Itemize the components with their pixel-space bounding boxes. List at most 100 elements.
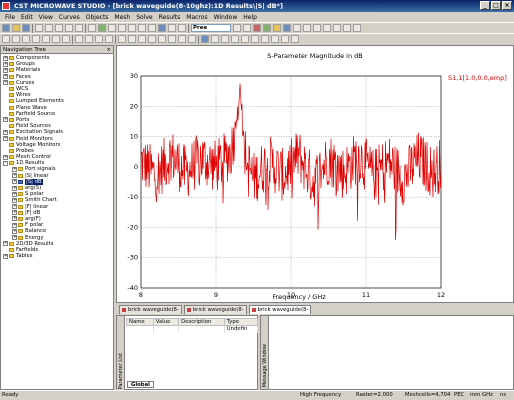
menu-file[interactable]: File xyxy=(2,14,18,21)
boolean-subtract-icon[interactable] xyxy=(85,35,93,43)
cut-icon[interactable] xyxy=(35,24,43,32)
expand-icon[interactable]: + xyxy=(12,173,17,179)
spline-icon[interactable] xyxy=(241,35,249,43)
expand-icon[interactable]: + xyxy=(12,191,17,197)
expand-icon[interactable]: + xyxy=(3,253,8,259)
sphere-icon[interactable] xyxy=(12,35,20,43)
grid-icon[interactable] xyxy=(233,24,241,32)
print-icon[interactable] xyxy=(88,24,96,32)
expand-icon[interactable]: + xyxy=(12,235,17,241)
select-icon[interactable] xyxy=(108,24,116,32)
close-button[interactable]: × xyxy=(502,1,512,10)
chamfer-icon[interactable] xyxy=(138,35,146,43)
paste-icon[interactable] xyxy=(55,24,63,32)
expand-icon[interactable]: + xyxy=(12,197,17,203)
view-icon[interactable] xyxy=(158,24,166,32)
wcs-icon[interactable] xyxy=(243,24,251,32)
expand-icon[interactable]: + xyxy=(3,67,8,73)
expand-icon[interactable]: + xyxy=(3,129,8,135)
expand-icon[interactable]: + xyxy=(3,55,8,61)
fit-icon[interactable] xyxy=(148,24,156,32)
background-icon[interactable] xyxy=(313,24,321,32)
trim-icon[interactable] xyxy=(281,35,289,43)
view-front-icon[interactable] xyxy=(168,24,176,32)
boolean-intersect-icon[interactable] xyxy=(95,35,103,43)
shell-icon[interactable] xyxy=(148,35,156,43)
menu-results[interactable]: Results xyxy=(156,14,184,21)
save-icon[interactable] xyxy=(22,24,30,32)
expand-icon[interactable]: + xyxy=(12,204,17,210)
boolean-add-icon[interactable] xyxy=(75,35,83,43)
pick-face-icon[interactable] xyxy=(178,35,186,43)
circle-icon[interactable] xyxy=(251,35,259,43)
param-type-cell[interactable]: Undefin xyxy=(224,325,259,333)
plot-window[interactable]: S-Parameter Magnitude in dB Frequency / … xyxy=(116,45,514,303)
param-value-cell[interactable] xyxy=(153,325,180,333)
curve-icon[interactable] xyxy=(201,35,209,43)
expand-icon[interactable]: + xyxy=(12,228,17,234)
arc-icon[interactable] xyxy=(221,35,229,43)
maximize-button[interactable]: □ xyxy=(491,1,501,10)
menu-solve[interactable]: Solve xyxy=(133,14,155,21)
polygon-icon[interactable] xyxy=(231,35,239,43)
expand-icon[interactable]: + xyxy=(3,241,8,247)
column-header-type[interactable]: Type xyxy=(223,318,259,326)
mesh-icon[interactable] xyxy=(263,24,271,32)
port-icon[interactable] xyxy=(273,24,281,32)
view-side-icon[interactable] xyxy=(178,24,186,32)
copy-icon[interactable] xyxy=(45,24,53,32)
units-icon[interactable] xyxy=(323,24,331,32)
zoom-icon[interactable] xyxy=(118,24,126,32)
tab-global[interactable]: Global xyxy=(127,381,154,388)
open-folder-icon[interactable] xyxy=(12,24,20,32)
table-row[interactable]: Undefin xyxy=(126,325,259,333)
symmetry-icon[interactable] xyxy=(293,24,301,32)
ellipse-icon[interactable] xyxy=(271,35,279,43)
transform-icon[interactable] xyxy=(118,35,126,43)
param-name-cell[interactable] xyxy=(126,325,154,333)
expand-icon[interactable]: + xyxy=(3,117,8,123)
redo-icon[interactable] xyxy=(75,24,83,32)
expand-icon[interactable]: + xyxy=(12,166,17,172)
cone-icon[interactable] xyxy=(32,35,40,43)
pan-icon[interactable] xyxy=(128,24,136,32)
menu-objects[interactable]: Objects xyxy=(83,14,112,21)
expand-icon[interactable]: + xyxy=(12,216,17,222)
pick-edge-icon[interactable] xyxy=(168,35,176,43)
rotate-shape-icon[interactable] xyxy=(62,35,70,43)
torus-icon[interactable] xyxy=(42,35,50,43)
menu-curves[interactable]: Curves xyxy=(56,14,83,21)
menu-help[interactable]: Help xyxy=(240,14,260,21)
pick-point-icon[interactable] xyxy=(158,35,166,43)
expand-icon[interactable]: + xyxy=(3,74,8,80)
tree-item[interactable]: + Tables xyxy=(1,253,113,259)
undo-icon[interactable] xyxy=(65,24,73,32)
expand-icon[interactable]: + xyxy=(12,179,17,185)
clear-picks-icon[interactable] xyxy=(188,35,196,43)
rotate-icon[interactable] xyxy=(138,24,146,32)
boolean-insert-icon[interactable] xyxy=(105,35,113,43)
cylinder-icon[interactable] xyxy=(22,35,30,43)
expand-icon[interactable]: + xyxy=(3,136,8,142)
tab-brick-waveguide-2[interactable]: brick waveguide(8- xyxy=(183,305,247,314)
blend-icon[interactable] xyxy=(128,35,136,43)
collapse-icon[interactable]: - xyxy=(3,160,8,166)
expand-icon[interactable]: + xyxy=(12,185,17,191)
solver-combo[interactable]: Pree xyxy=(191,24,231,32)
minimize-button[interactable]: _ xyxy=(480,1,490,10)
expand-icon[interactable]: + xyxy=(3,61,8,67)
close-panel-icon[interactable]: × xyxy=(106,46,111,54)
menu-mesh[interactable]: Mesh xyxy=(111,14,133,21)
expand-icon[interactable]: + xyxy=(3,80,8,86)
expand-icon[interactable]: + xyxy=(12,210,17,216)
tab-brick-waveguide-1[interactable]: brick waveguide(8- xyxy=(119,305,182,314)
extrude-icon[interactable] xyxy=(52,35,60,43)
help-icon[interactable] xyxy=(98,24,106,32)
boundary-icon[interactable] xyxy=(283,24,291,32)
menu-view[interactable]: View xyxy=(36,14,56,21)
expand-icon[interactable]: + xyxy=(12,222,17,228)
column-header-name[interactable]: Name xyxy=(126,318,154,326)
rectangle-icon[interactable] xyxy=(261,35,269,43)
expand-icon[interactable]: + xyxy=(3,154,8,160)
column-header-description[interactable]: Description xyxy=(178,318,225,326)
